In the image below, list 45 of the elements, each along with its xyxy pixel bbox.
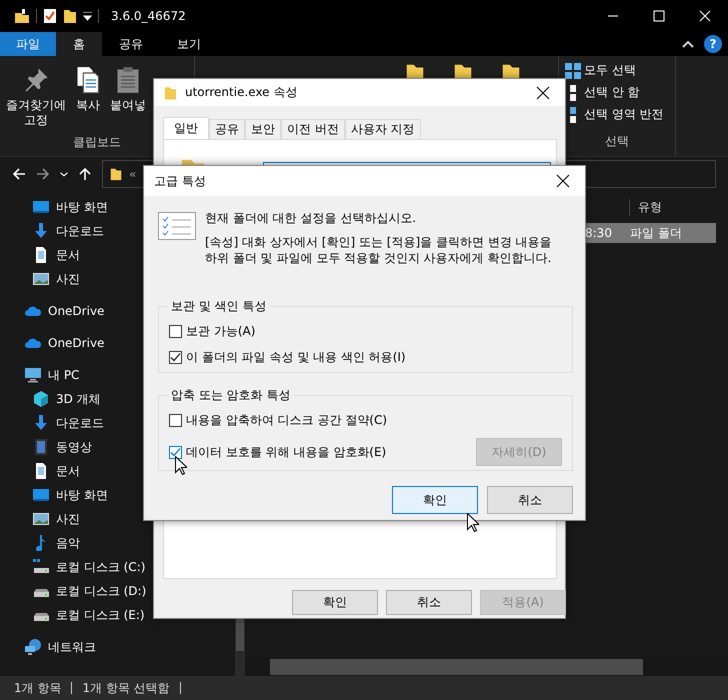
dialog-title: 고급 특성 (154, 172, 206, 190)
checkbox-label[interactable]: 내용을 압축하여 디스크 공간 절약(C) (186, 412, 387, 429)
sidebar-item[interactable]: 바탕 화면 (0, 483, 235, 507)
sidebar-item[interactable]: 내 PC (0, 363, 235, 387)
checkbox-label[interactable]: 데이터 보호를 위해 내용을 암호화(E) (186, 444, 386, 460)
window-title: 3.6.0_46672 (111, 9, 186, 23)
ribbon-tab[interactable]: 홈 (56, 32, 102, 56)
sidebar-item[interactable]: 로컬 디스크 (C:) (0, 555, 235, 579)
dialog-button[interactable]: 취소 (487, 486, 573, 514)
dialog-button[interactable]: 확인 (392, 486, 478, 514)
table-cell: 파일 폴더 (630, 224, 682, 242)
status-text: 1개 항목 선택함 (82, 682, 181, 694)
dialog-button[interactable]: 확인 (292, 590, 378, 615)
description-text: [속성] 대화 상자에서 [확인] 또는 [적용]을 클릭하면 변경 내용을 하위 폴더 및 파일에 모두 적용할 것인지 사용자에게 확인합니다. (205, 234, 553, 266)
dialog-title: utorrentie.exe 속성 (185, 84, 298, 101)
dialog-button[interactable]: 취소 (386, 590, 472, 615)
select-button[interactable]: 선택 영역 반전 (563, 104, 671, 125)
sidebar-item[interactable]: 음악 (0, 531, 235, 555)
ribbon-tab[interactable]: 공유 (102, 32, 160, 56)
ribbon-button[interactable]: 즐겨찾기에 고정 (4, 60, 68, 134)
select-button[interactable]: 선택 안 함 (563, 82, 671, 103)
sidebar-item[interactable]: 로컬 디스크 (E:) (0, 603, 235, 627)
ribbon-tab[interactable]: 보기 (160, 32, 218, 56)
status-text: 1개 항목 (14, 682, 72, 694)
ribbon-button[interactable]: 복사 (72, 60, 104, 134)
intro-text: 현재 폴더에 대한 설정을 선택하십시오. (205, 210, 418, 227)
table-cell-text: 8:30 (585, 226, 613, 240)
group-title: 보관 및 색인 특성 (170, 298, 268, 315)
dialog-tab[interactable]: 이전 버전 (281, 119, 345, 139)
help-button[interactable]: ? (704, 35, 722, 53)
group-label: 클립보드 (72, 134, 122, 151)
dialog-tab[interactable]: 공유 (209, 119, 245, 139)
dialog-tab[interactable]: 보안 (245, 119, 281, 139)
sidebar-item[interactable]: 네트워크 (0, 635, 235, 659)
ribbon-button[interactable]: 붙여넣 (108, 60, 148, 134)
group-title: 압축 또는 암호화 특성 (170, 387, 292, 404)
checkbox-label[interactable]: 보관 가능(A) (186, 323, 256, 340)
file-tab[interactable]: 파일 (0, 32, 56, 56)
column-header[interactable]: 유형 (629, 198, 662, 216)
group-label: 선택 (604, 133, 630, 150)
checkbox-label[interactable]: 이 폴더의 파일 속성 및 내용 색인 허용(I) (186, 349, 406, 366)
dialog-tab[interactable]: 사용자 지정 (344, 119, 421, 139)
sidebar-item[interactable]: 로컬 디스크 (D:) (0, 579, 235, 603)
dialog-tab[interactable]: 일반 (163, 117, 209, 139)
select-button[interactable]: 모두 선택 (563, 60, 671, 81)
